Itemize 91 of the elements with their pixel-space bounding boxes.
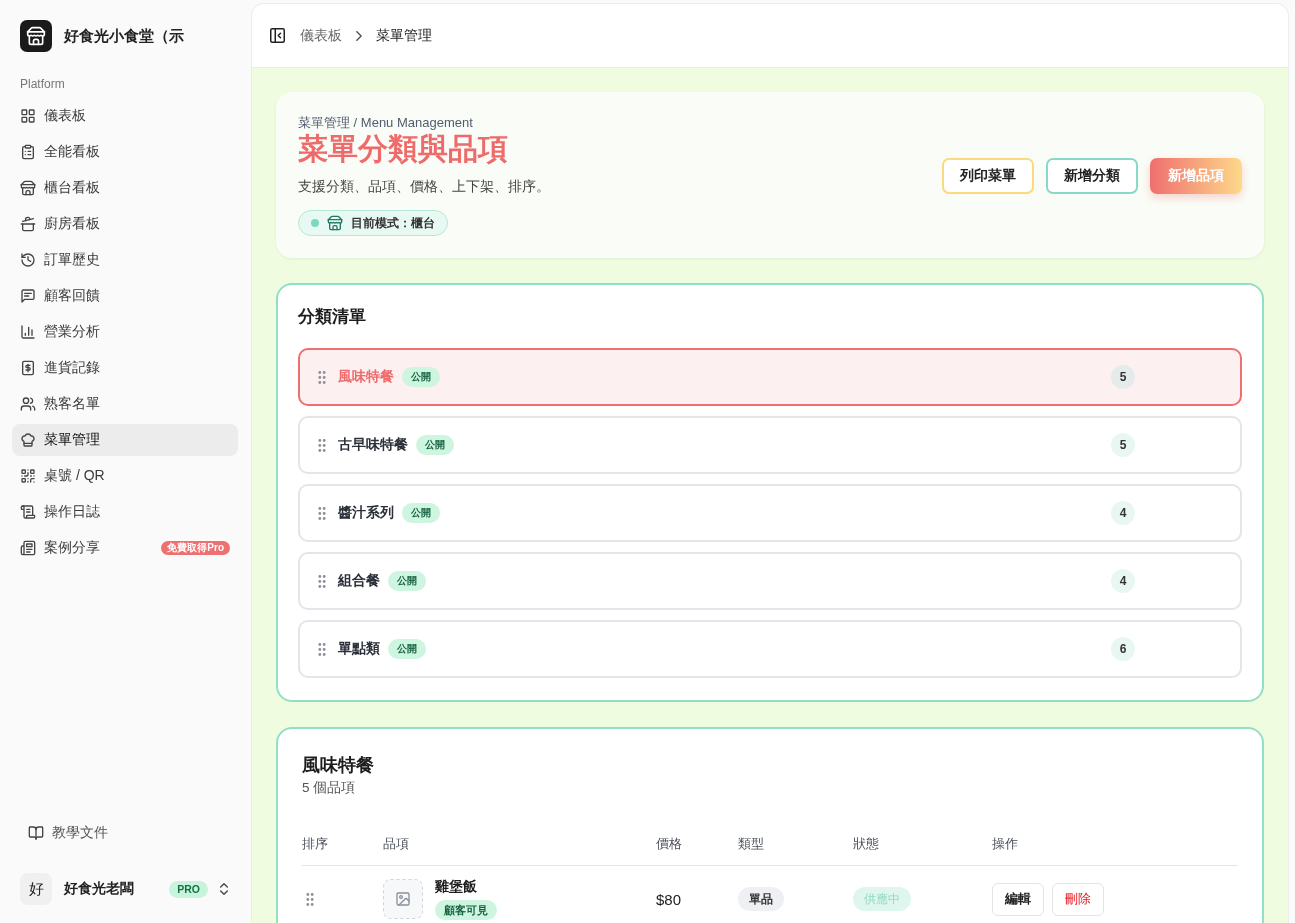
chevron-right-icon (356, 30, 362, 41)
drag-handle-icon[interactable] (318, 438, 326, 452)
column-header: 品項 (383, 835, 410, 853)
drag-handle-icon[interactable] (318, 642, 326, 656)
drag-handle-icon[interactable] (306, 892, 314, 906)
store-icon (327, 215, 343, 231)
sidebar-item[interactable]: 櫃台看板 (12, 172, 238, 204)
store-icon (20, 20, 52, 52)
page-description: 支援分類、品項、價格、上下架、排序。 (298, 178, 550, 196)
newspaper-icon (20, 540, 36, 556)
visibility-tag: 公開 (416, 435, 454, 455)
sidebar-item[interactable]: 訂單歷史 (12, 244, 238, 276)
category-row[interactable]: 醬汁系列 公開 4 (298, 484, 1242, 542)
section-title: 分類清單 (298, 306, 367, 328)
sidebar-item[interactable]: 營業分析 (12, 316, 238, 348)
section-label: Platform (19, 76, 66, 92)
breadcrumb-current: 菜單管理 (376, 26, 432, 45)
book-icon (28, 825, 44, 841)
receipt-icon (20, 360, 36, 376)
category-row[interactable]: 古早味特餐 公開 5 (298, 416, 1242, 474)
item-name: 雞堡飯 (435, 878, 477, 896)
column-header: 類型 (738, 835, 765, 853)
category-name: 單點類 (338, 640, 380, 658)
sidebar-item[interactable]: 儀表板 (12, 100, 238, 132)
visibility-tag: 公開 (402, 367, 440, 387)
mode-label: 目前模式：櫃台 (351, 214, 435, 232)
visibility-tag: 顧客可見 (435, 900, 497, 920)
sidebar-item[interactable]: 案例分享 免費取得Pro (12, 532, 238, 564)
drag-handle-icon[interactable] (318, 574, 326, 588)
item-total: 5 個品項 (302, 779, 357, 797)
drag-handle-icon[interactable] (318, 506, 326, 520)
category-name: 醬汁系列 (338, 504, 394, 522)
category-name: 風味特餐 (338, 368, 394, 386)
visibility-tag: 公開 (388, 639, 426, 659)
docs-link[interactable]: 教學文件 (12, 817, 124, 849)
item-count: 6 (1111, 637, 1135, 661)
cooking-pot-icon (20, 216, 36, 232)
item-count: 4 (1111, 501, 1135, 525)
brand-name: 好食光小食堂（示 (64, 26, 184, 46)
page-title: 菜單分類與品項 (298, 131, 509, 167)
column-header: 排序 (302, 835, 329, 853)
type-tag: 單品 (738, 887, 784, 911)
column-header: 操作 (992, 835, 1019, 853)
clipboard-icon (20, 144, 36, 160)
user-avatar: 好 (20, 873, 52, 905)
breadcrumb-link[interactable]: 儀表板 (300, 26, 342, 45)
sidebar-item[interactable]: 廚房看板 (12, 208, 238, 240)
sidebar-item[interactable]: 進貨記錄 (12, 352, 238, 384)
status-dot-icon (311, 219, 319, 227)
sidebar-item[interactable]: 桌號 / QR (12, 460, 238, 492)
plan-tag: PRO (169, 880, 208, 898)
visibility-tag: 公開 (402, 503, 440, 523)
category-row[interactable]: 組合餐 公開 4 (298, 552, 1242, 610)
sidebar-toggle-icon[interactable] (270, 28, 285, 43)
item-price: $80 (656, 890, 682, 908)
visibility-tag: 公開 (388, 571, 426, 591)
item-count: 5 (1111, 433, 1135, 457)
bar-chart-icon (20, 324, 36, 340)
item-count: 4 (1111, 569, 1135, 593)
category-name: 古早味特餐 (338, 436, 408, 454)
drag-handle-icon[interactable] (318, 370, 326, 384)
users-icon (20, 396, 36, 412)
message-icon (20, 288, 36, 304)
column-header: 價格 (656, 835, 683, 853)
scroll-icon (20, 504, 36, 520)
store-icon (20, 180, 36, 196)
grid-icon (20, 108, 36, 124)
section-title: 風味特餐 (302, 754, 375, 777)
sidebar-item[interactable]: 熟客名單 (12, 388, 238, 420)
chef-hat-icon (20, 432, 36, 448)
status-tag: 供應中 (853, 887, 911, 911)
image-placeholder-icon (383, 879, 423, 919)
history-icon (20, 252, 36, 268)
secondary-button[interactable]: 新增分類 (1046, 157, 1138, 194)
column-header: 狀態 (853, 835, 880, 853)
page-eyebrow: 菜單管理 / Menu Management (298, 115, 474, 131)
qr-code-icon (20, 468, 36, 484)
item-count: 5 (1111, 365, 1135, 389)
user-name: 好食光老闆 (64, 880, 134, 898)
sidebar-item[interactable]: 操作日誌 (12, 496, 238, 528)
category-row[interactable]: 風味特餐 公開 5 (298, 348, 1242, 406)
sidebar-item[interactable]: 全能看板 (12, 136, 238, 168)
delete-button[interactable]: 刪除 (1052, 882, 1104, 916)
promo-tag: 免費取得Pro (161, 541, 230, 555)
category-row[interactable]: 單點類 公開 6 (298, 620, 1242, 678)
sidebar-item[interactable]: 顧客回饋 (12, 280, 238, 312)
edit-button[interactable]: 編輯 (992, 882, 1044, 916)
print-button[interactable]: 列印菜單 (942, 157, 1034, 194)
chevrons-up-down-icon[interactable] (220, 883, 228, 895)
sidebar-item[interactable]: 菜單管理 (12, 424, 238, 456)
category-name: 組合餐 (338, 572, 380, 590)
